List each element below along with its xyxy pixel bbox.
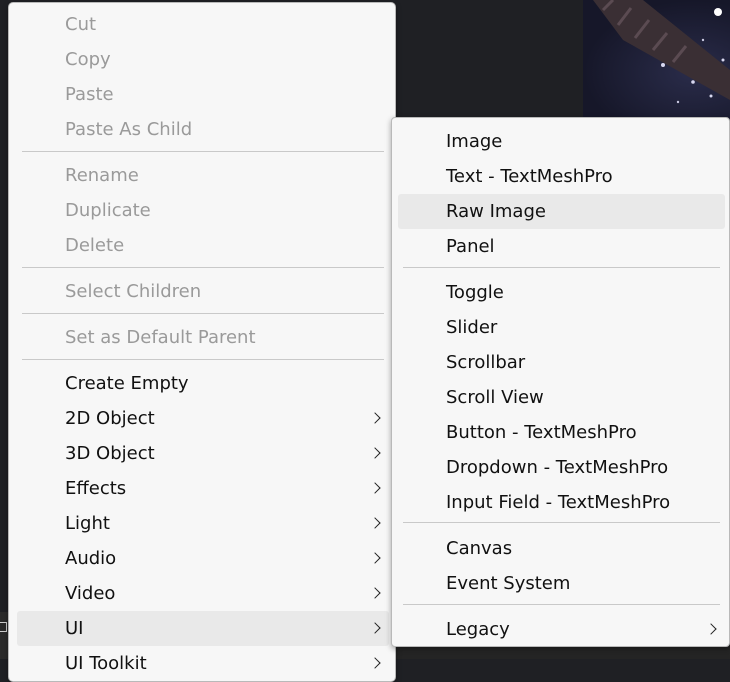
menu-item-duplicate[interactable]: Duplicate: [17, 193, 389, 228]
menu-item-cut[interactable]: Cut: [17, 7, 389, 42]
submenu-item-dropdown-textmeshpro[interactable]: Dropdown - TextMeshPro: [398, 450, 725, 485]
ui-submenu: Image Text - TextMeshPro Raw Image Panel…: [391, 117, 730, 647]
submenu-item-input-field-textmeshpro[interactable]: Input Field - TextMeshPro: [398, 485, 725, 520]
menu-item-effects[interactable]: Effects: [17, 471, 389, 506]
submenu-item-canvas[interactable]: Canvas: [398, 531, 725, 566]
menu-separator: [22, 151, 384, 152]
submenu-item-raw-image[interactable]: Raw Image: [398, 194, 725, 229]
menu-item-label: Create Empty: [65, 373, 189, 394]
chevron-right-icon: [369, 621, 381, 634]
menu-item-set-as-default-parent[interactable]: Set as Default Parent: [17, 320, 389, 355]
menu-item-select-children[interactable]: Select Children: [17, 274, 389, 309]
menu-item-light[interactable]: Light: [17, 506, 389, 541]
submenu-item-panel[interactable]: Panel: [398, 229, 725, 264]
submenu-item-legacy[interactable]: Legacy: [398, 612, 725, 647]
menu-item-label: Raw Image: [446, 201, 546, 222]
menu-separator: [403, 522, 720, 523]
menu-separator: [22, 267, 384, 268]
submenu-item-slider[interactable]: Slider: [398, 310, 725, 345]
toolbar-icon: [0, 622, 7, 632]
menu-item-label: Effects: [65, 478, 127, 499]
menu-separator: [403, 604, 720, 605]
submenu-item-button-textmeshpro[interactable]: Button - TextMeshPro: [398, 415, 725, 450]
menu-item-label: Event System: [446, 573, 571, 594]
menu-item-label: Input Field - TextMeshPro: [446, 492, 671, 513]
chevron-right-icon: [369, 411, 381, 424]
menu-item-label: Cut: [65, 14, 97, 35]
submenu-item-text-textmeshpro[interactable]: Text - TextMeshPro: [398, 159, 725, 194]
menu-item-label: Copy: [65, 49, 111, 70]
menu-item-label: Video: [65, 583, 116, 604]
chevron-right-icon: [369, 516, 381, 529]
menu-item-label: Legacy: [446, 619, 510, 640]
menu-item-label: Text - TextMeshPro: [446, 166, 613, 187]
menu-item-copy[interactable]: Copy: [17, 42, 389, 77]
menu-item-ui[interactable]: UI: [17, 611, 389, 646]
editor-background-strip: [396, 645, 730, 659]
menu-item-label: Light: [65, 513, 110, 534]
menu-item-label: Scrollbar: [446, 352, 526, 373]
menu-item-paste[interactable]: Paste: [17, 77, 389, 112]
submenu-item-event-system[interactable]: Event System: [398, 566, 725, 601]
chevron-right-icon: [369, 446, 381, 459]
menu-separator: [22, 313, 384, 314]
menu-item-label: Audio: [65, 548, 117, 569]
menu-item-delete[interactable]: Delete: [17, 228, 389, 263]
menu-item-label: 3D Object: [65, 443, 155, 464]
menu-item-label: Scroll View: [446, 387, 544, 408]
menu-item-create-empty[interactable]: Create Empty: [17, 366, 389, 401]
chevron-right-icon: [369, 551, 381, 564]
chevron-right-icon: [369, 481, 381, 494]
menu-item-label: Image: [446, 131, 503, 152]
menu-item-label: Select Children: [65, 281, 202, 302]
chevron-right-icon: [369, 586, 381, 599]
menu-item-paste-as-child[interactable]: Paste As Child: [17, 112, 389, 147]
menu-item-label: Rename: [65, 165, 139, 186]
menu-separator: [403, 267, 720, 268]
scene-view-background: [583, 0, 730, 120]
menu-item-label: Paste: [65, 84, 114, 105]
menu-item-label: UI Toolkit: [65, 653, 147, 674]
menu-item-label: Slider: [446, 317, 498, 338]
hierarchy-context-menu: Cut Copy Paste Paste As Child Rename Dup…: [8, 2, 396, 682]
submenu-item-scroll-view[interactable]: Scroll View: [398, 380, 725, 415]
menu-item-audio[interactable]: Audio: [17, 541, 389, 576]
menu-item-label: UI: [65, 618, 84, 639]
menu-item-label: Duplicate: [65, 200, 151, 221]
submenu-item-toggle[interactable]: Toggle: [398, 275, 725, 310]
menu-item-label: Canvas: [446, 538, 513, 559]
menu-item-2d-object[interactable]: 2D Object: [17, 401, 389, 436]
menu-item-ui-toolkit[interactable]: UI Toolkit: [17, 646, 389, 681]
submenu-item-scrollbar[interactable]: Scrollbar: [398, 345, 725, 380]
menu-item-label: Dropdown - TextMeshPro: [446, 457, 669, 478]
menu-item-label: Button - TextMeshPro: [446, 422, 637, 443]
menu-item-rename[interactable]: Rename: [17, 158, 389, 193]
menu-item-label: Delete: [65, 235, 125, 256]
menu-item-label: Toggle: [446, 282, 504, 303]
menu-item-label: Paste As Child: [65, 119, 193, 140]
menu-item-label: Panel: [446, 236, 495, 257]
submenu-item-image[interactable]: Image: [398, 124, 725, 159]
menu-item-label: Set as Default Parent: [65, 327, 256, 348]
menu-item-video[interactable]: Video: [17, 576, 389, 611]
menu-separator: [22, 359, 384, 360]
menu-item-label: 2D Object: [65, 408, 155, 429]
menu-item-3d-object[interactable]: 3D Object: [17, 436, 389, 471]
chevron-right-icon: [705, 622, 717, 635]
